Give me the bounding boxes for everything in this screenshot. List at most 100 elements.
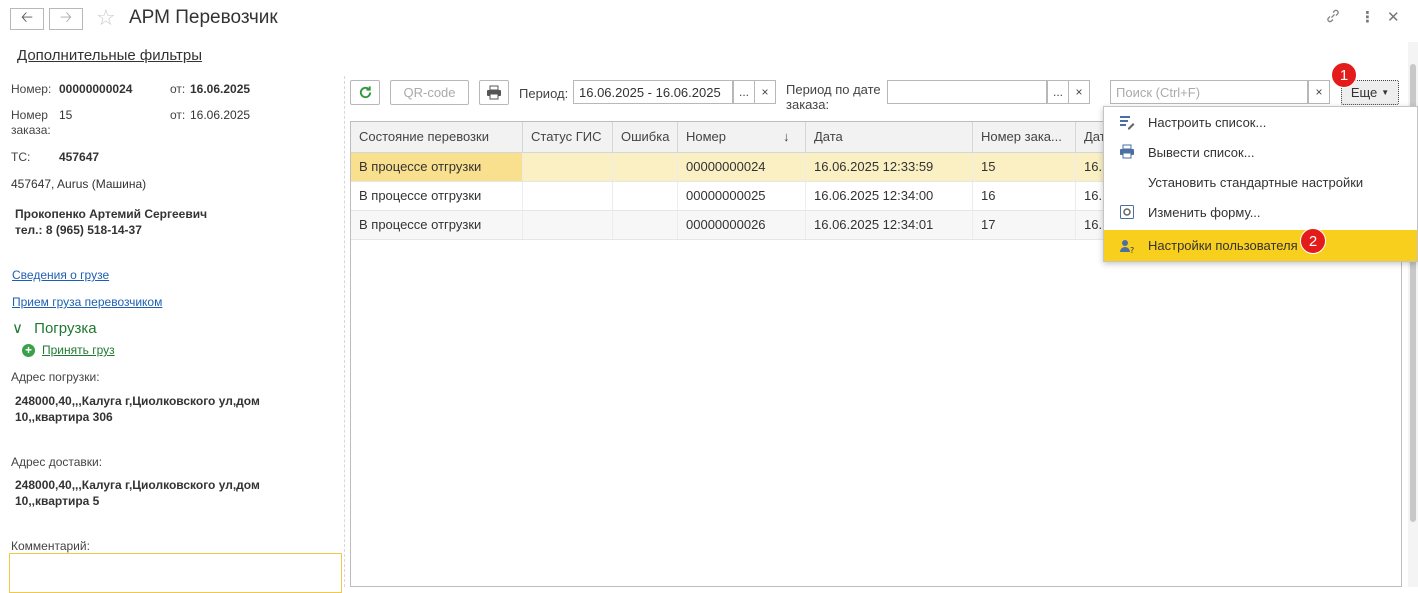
column-header[interactable]: Состояние перевозки xyxy=(351,122,523,152)
table-cell: 16.06.2025 12:34:00 xyxy=(806,182,973,210)
number-value: 00000000024 xyxy=(59,82,133,96)
date2-label: от: xyxy=(170,108,186,122)
step-badge-1: 1 xyxy=(1331,62,1357,88)
order-label-line2: заказа: xyxy=(11,123,51,137)
form-edit-icon xyxy=(1118,203,1136,221)
comment-label: Комментарий: xyxy=(11,539,90,553)
period-select-button[interactable]: ... xyxy=(733,80,755,104)
menu-item-configure-list[interactable]: Настроить список... xyxy=(1104,107,1417,137)
arrow-right-icon: 🡢 xyxy=(59,8,73,26)
comment-textarea[interactable] xyxy=(9,553,342,593)
additional-filters-link[interactable]: Дополнительные фильтры xyxy=(17,47,202,64)
window-title: АРМ Перевозчик xyxy=(129,7,278,28)
period-label: Период: xyxy=(519,86,569,101)
table-cell xyxy=(613,211,678,239)
user-settings-icon: ? xyxy=(1118,237,1136,255)
table-cell xyxy=(523,182,613,210)
table-cell: 16.06.2025 12:34:01 xyxy=(806,211,973,239)
clear-icon: × xyxy=(761,85,769,99)
menu-item-label: Изменить форму... xyxy=(1148,204,1261,220)
loading-section-toggle[interactable]: ∨ Погрузка xyxy=(12,319,97,337)
period-order-input[interactable] xyxy=(887,80,1047,104)
refresh-icon xyxy=(359,86,371,99)
period-order-clear-button[interactable]: × xyxy=(1068,80,1090,104)
column-header[interactable]: Статус ГИС xyxy=(523,122,613,152)
refresh-button[interactable] xyxy=(350,80,380,105)
link-icon[interactable] xyxy=(1325,8,1341,28)
period-input[interactable]: 16.06.2025 - 16.06.2025 xyxy=(573,80,733,104)
table-cell: 16.06.2025 12:33:59 xyxy=(806,153,973,181)
step-badge-2: 2 xyxy=(1300,228,1326,254)
menu-item-label: Вывести список... xyxy=(1148,144,1255,160)
back-button[interactable]: 🡠 xyxy=(10,8,44,30)
menu-item-edit-form[interactable]: Изменить форму... xyxy=(1104,197,1417,227)
table-cell: 16 xyxy=(973,182,1076,210)
svg-text:?: ? xyxy=(1130,246,1134,254)
dots-icon: ... xyxy=(1052,85,1063,99)
driver-phone: тел.: 8 (965) 518-14-37 xyxy=(15,223,142,237)
table-cell xyxy=(613,182,678,210)
sort-arrow-icon: ↓ xyxy=(783,129,790,144)
cargo-accept-link[interactable]: Прием груза перевозчиком xyxy=(12,295,162,309)
plus-circle-icon: + xyxy=(22,343,35,357)
clear-icon: × xyxy=(1315,85,1323,99)
print-list-icon xyxy=(1118,143,1136,161)
table-cell: 00000000024 xyxy=(678,153,806,181)
printer-icon xyxy=(487,85,501,100)
table-cell xyxy=(613,153,678,181)
table-cell xyxy=(523,211,613,239)
qr-code-label: QR-code xyxy=(403,85,456,100)
arrow-left-icon: 🡠 xyxy=(20,8,34,26)
period-order-select-button[interactable]: ... xyxy=(1047,80,1069,104)
load-address-line2: 10,,квартира 306 xyxy=(15,410,113,424)
search-placeholder: Поиск (Ctrl+F) xyxy=(1116,85,1201,100)
period-order-label-line1: Период по дате xyxy=(786,82,881,97)
list-settings-icon xyxy=(1118,113,1136,131)
more-label: Еще xyxy=(1350,85,1378,100)
table-cell: 00000000025 xyxy=(678,182,806,210)
menu-item-label: Настройки пользователя xyxy=(1148,238,1298,253)
order-value: 15 xyxy=(59,108,73,122)
load-address-line1: 248000,40,,,Калуга г,Циолковского ул,дом xyxy=(15,394,260,408)
period-order-label-line2: заказа: xyxy=(786,97,830,112)
menu-item-print-list[interactable]: Вывести список... xyxy=(1104,137,1417,167)
date1-value: 16.06.2025 xyxy=(190,82,251,96)
close-icon[interactable]: ✕ xyxy=(1387,8,1400,26)
table-cell: 15 xyxy=(973,153,1076,181)
more-vertical-icon[interactable]: ⋮ xyxy=(1360,8,1375,26)
table-cell: 00000000026 xyxy=(678,211,806,239)
driver-name: Прокопенко Артемий Сергеевич xyxy=(15,207,208,221)
table-cell: В процессе отгрузки xyxy=(351,153,523,181)
accept-cargo-button[interactable]: + Принять груз xyxy=(22,343,115,357)
period-clear-button[interactable]: × xyxy=(754,80,776,104)
date2-value: 16.06.2025 xyxy=(190,108,251,122)
number-label: Номер: xyxy=(11,82,52,96)
menu-item-user-settings[interactable]: ? Настройки пользователя xyxy=(1104,230,1417,261)
load-address-label: Адрес погрузки: xyxy=(11,370,100,384)
delivery-address-line2: 10,,квартира 5 xyxy=(15,494,100,508)
dropdown-caret-icon: ▼ xyxy=(1381,88,1390,97)
column-header[interactable]: Номер зака... xyxy=(973,122,1076,152)
column-header[interactable]: Дата xyxy=(806,122,973,152)
favorite-star-icon[interactable]: ☆ xyxy=(96,5,116,31)
loading-section-title: Погрузка xyxy=(34,320,97,337)
accept-cargo-label: Принять груз xyxy=(42,343,115,357)
chevron-down-icon: ∨ xyxy=(12,320,23,337)
table-cell: В процессе отгрузки xyxy=(351,211,523,239)
forward-button[interactable]: 🡢 xyxy=(49,8,83,30)
ts-value: 457647 xyxy=(59,150,100,164)
column-header[interactable]: Ошибка xyxy=(613,122,678,152)
clear-icon: × xyxy=(1075,85,1083,99)
cargo-info-link[interactable]: Сведения о грузе xyxy=(12,268,109,282)
qr-code-button[interactable]: QR-code xyxy=(390,80,469,105)
menu-item-label: Настроить список... xyxy=(1148,114,1267,130)
more-dropdown-menu: Настроить список... Вывести список... Ус… xyxy=(1103,106,1418,262)
menu-item-label: Установить стандартные настройки xyxy=(1148,174,1364,190)
search-clear-button[interactable]: × xyxy=(1308,80,1330,104)
print-button[interactable] xyxy=(479,80,509,105)
search-input[interactable]: Поиск (Ctrl+F) xyxy=(1110,80,1308,104)
panel-divider xyxy=(344,76,345,587)
menu-item-standard-settings[interactable]: Установить стандартные настройки xyxy=(1104,167,1417,197)
table-cell: 17 xyxy=(973,211,1076,239)
order-label-line1: Номер xyxy=(11,108,48,122)
